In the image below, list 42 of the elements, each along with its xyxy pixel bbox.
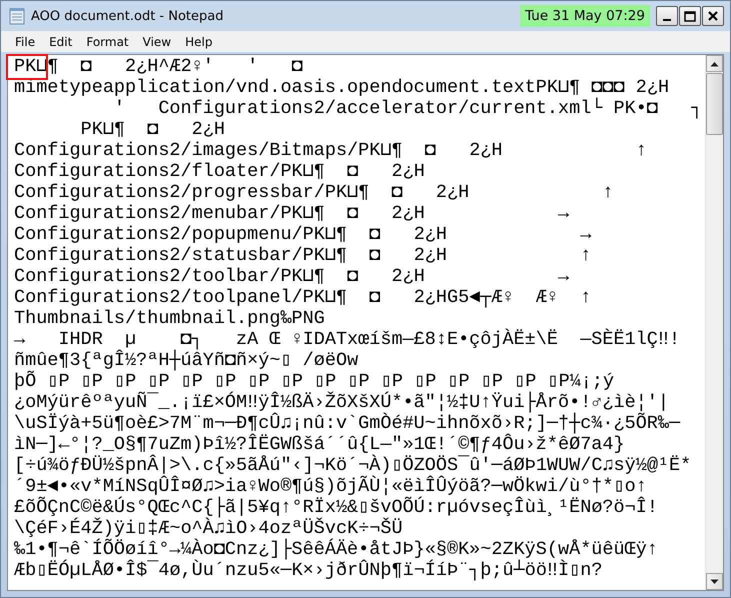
- maximize-icon: [684, 10, 696, 22]
- text-line: Configurations2/images/Bitmaps/PK⊔¶ ◘ 2¿H ↑: [14, 140, 647, 161]
- menu-item[interactable]: View: [136, 34, 178, 50]
- text-line: ¿oMýürêºªyuÑ¯_.¡ï£×ÓM‼ÿÎ½ßÄ›ŽõXšXÚ*•ã"¦½‡U↑Ÿui├Årõ•!♂¿ìè¦'|: [14, 392, 670, 413]
- text-line: \ÇéF›É4Ž)ÿi▯‡Æ~o^À♫ìO›4ozªÜŠvcK÷¬ŠÜ: [14, 518, 403, 539]
- text-line: PK⊔¶ ◘ 2¿H: [80, 119, 225, 140]
- menu-item[interactable]: Edit: [42, 34, 80, 50]
- notepad-icon: [9, 7, 25, 25]
- text-line: Configurations2/toolpanel/PK⊔¶ ◘ 2¿HG5◄┬Æ♀ Æ♀ ↑: [14, 287, 592, 308]
- text-line: → IHDR µ ◘┐ zA Œ ♀IDATxœíšm—£8↕E•çôjÀË±\Ë —SÈË1lÇ‼!: [14, 329, 680, 350]
- text-line: [÷ú¾öƒÐÜ½špnÂ|>\.c{»5ãÅú"‹]¬Kö´¬À)▯ÖZOÖS¯û'─áØÞ1WUW/C♫sÿ½@¹Ë*: [14, 455, 692, 476]
- text-line: ìN─]←°¦?_O§¶7uZm)Þî½?ÎËGWßšá´´û{L—"»1Œ!´©¶ƒ4Ôu›ž*êØ7a4}: [14, 434, 625, 455]
- menu-item[interactable]: Format: [79, 34, 136, 50]
- window-title: AOO document.odt - Notepad: [31, 8, 224, 24]
- scroll-down-icon[interactable]: [706, 573, 723, 590]
- scroll-thumb[interactable]: [706, 73, 723, 135]
- scrollbar[interactable]: [705, 55, 723, 590]
- text-line: Configurations2/progressbar/PK⊔¶ ◘ 2¿H ↑: [14, 182, 614, 203]
- text-line: Configurations2/toolbar/PK⊔¶ ◘ 2¿H →: [14, 266, 570, 287]
- close-button[interactable]: [702, 6, 724, 26]
- text-line: Configurations2/menubar/PK⊔¶ ◘ 2¿H →: [14, 203, 570, 224]
- text-line: ' Configurations2/accelerator/current.xml└ PK•◘ ┐: [112, 98, 702, 119]
- menu-item[interactable]: Help: [178, 34, 220, 50]
- text-line: ´9±◄•«v*MíNSqÛÎ¤Ø♫>ia♀Wo®¶ú§)õjÃÙ¦«ëìÎÛýöã?─wÖkwi/ù°†*▯o↑: [14, 476, 647, 497]
- text-line: Thumbnails/thumbnail.png‰PNG: [14, 308, 325, 329]
- menu-item[interactable]: File: [8, 34, 42, 50]
- text-line: Æb▯ËÓµLÅØ•Î$¯4ø,Ùu´nzu5«─K×›jðrÛNþ¶ï¬ÍíÞ¨┐þ;û┴öö‼Ì▯n?: [14, 560, 602, 581]
- text-line: Configurations2/floater/PK⊔¶ ◘ 2¿H: [14, 161, 425, 182]
- text-line: mimetypeapplication/vnd.oasis.opendocument.textPK⊔¶ ◘◘◘ 2¿H: [14, 77, 670, 98]
- text-line: ‰1•¶¬ê`ÍÕÖøíî°→¼Ào◘Cnz¿]├SêêÁÄè•åtJÞ}«§®K»~2ZKÿS(wÅ*üêüŒÿ↑: [14, 539, 658, 560]
- maximize-button[interactable]: [679, 6, 701, 26]
- text-line: Configurations2/popupmenu/PK⊔¶ ◘ 2¿H →: [14, 224, 592, 245]
- scroll-up-icon[interactable]: [706, 55, 723, 72]
- clock: Tue 31 May 07:29: [520, 5, 650, 27]
- text-line: ñmûe¶3{ªgÎ½?ªH┼úâYñ◘ñ×ý~▯ /øëOw: [14, 350, 358, 371]
- minimize-icon: [663, 19, 671, 21]
- text-line: \uSÏýà+5ü¶oè£>7M¨m¬─Ð¶cÛ♫¡nû:v`GmÒé#U~ihnõxõ›R;]─†┼c¾·¿5ÕR‰─: [14, 413, 680, 434]
- minimize-button[interactable]: [656, 6, 678, 26]
- text-line: Configurations2/statusbar/PK⊔¶ ◘ 2¿H ↑: [14, 245, 592, 266]
- close-icon: [707, 10, 719, 22]
- text-line: £õÕÇnC©ë&Ús°QŒc^C{├ã|5¥q↑°RÏx½&▯švOÕÚ:rµóvseçÎùì¸¹ËNø?ö¬Î!: [14, 497, 658, 518]
- text-line: þÕ ▯P ▯P ▯P ▯P ▯P ▯P ▯P ▯P ▯P ▯P ▯P ▯P ▯P ▯P ▯P ▯P¼¡;ý: [14, 371, 614, 392]
